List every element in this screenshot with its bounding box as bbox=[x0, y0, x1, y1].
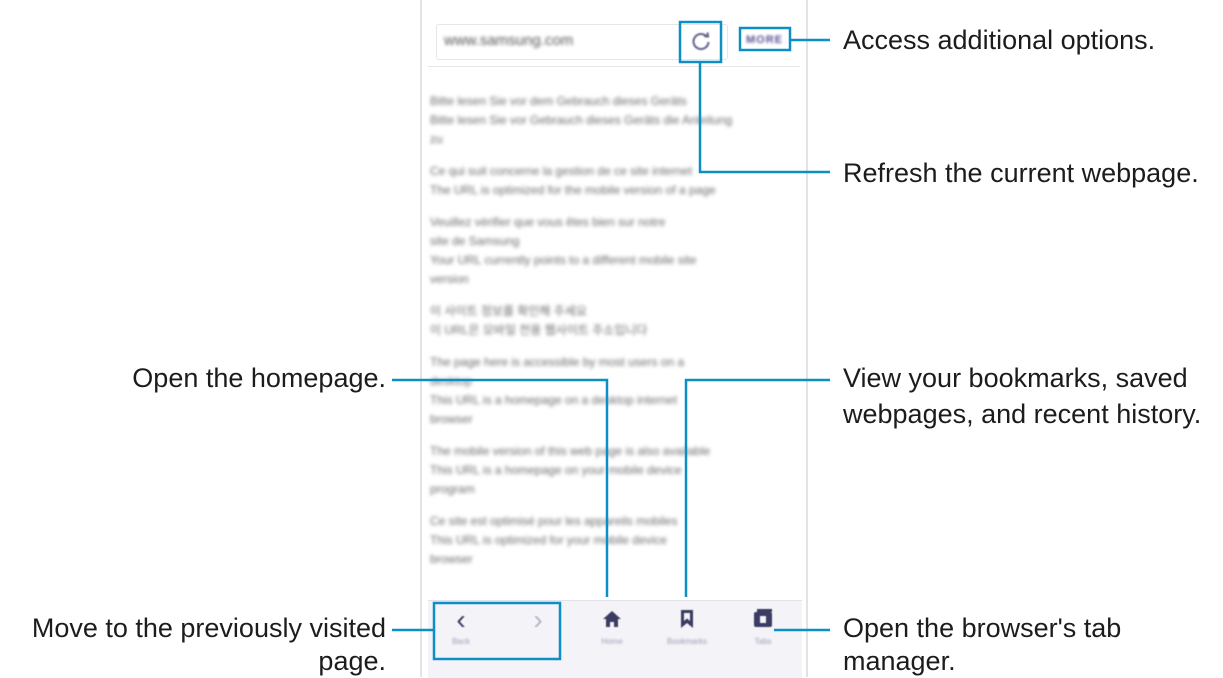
tabs-callout-label-2: manager. bbox=[843, 646, 956, 676]
tabs-callout-label-1: Open the browser's tab bbox=[843, 613, 1122, 643]
callout-lines bbox=[392, 20, 830, 661]
more-highlight-box bbox=[738, 26, 792, 52]
refresh-callout-line bbox=[698, 62, 830, 174]
home-callout-label: Open the homepage. bbox=[132, 363, 386, 393]
bookmarks-callout-label-2: webpages, and recent history. bbox=[843, 399, 1202, 429]
refresh-callout-label: Refresh the current webpage. bbox=[843, 158, 1199, 188]
refresh-highlight-box bbox=[678, 20, 723, 64]
more-callout-label: Access additional options. bbox=[843, 25, 1156, 55]
bookmarks-callout-line bbox=[684, 378, 830, 597]
back-callout-label-2: page. bbox=[318, 646, 386, 676]
home-callout-line bbox=[392, 378, 609, 597]
bookmarks-callout-label-1: View your bookmarks, saved bbox=[843, 363, 1188, 393]
back-callout-label-1: Move to the previously visited bbox=[31, 613, 386, 643]
back-forward-highlight-box bbox=[432, 601, 562, 661]
